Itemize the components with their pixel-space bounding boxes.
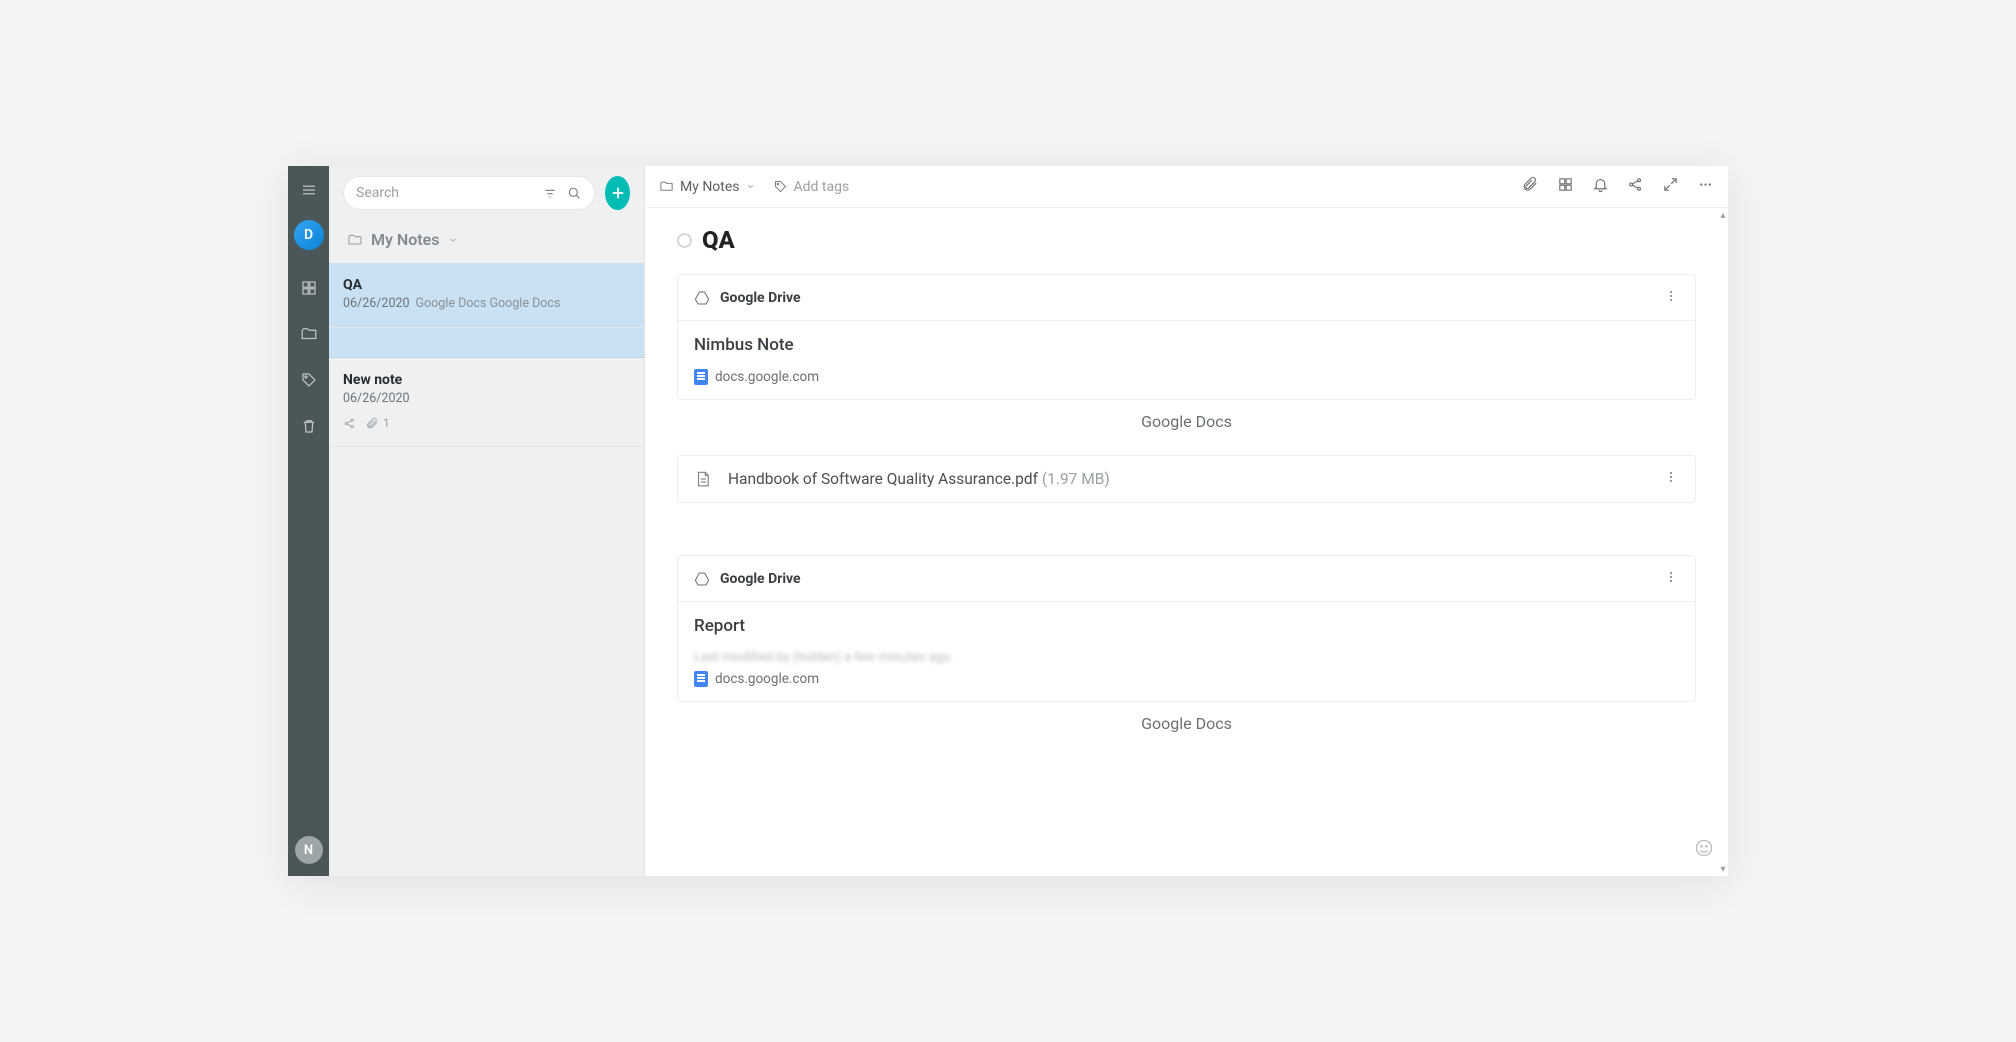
notes-sidebar: My Notes QA 06/26/2020 Google Docs Googl… xyxy=(329,166,645,876)
note-date: 06/26/2020 xyxy=(343,391,410,406)
paperclip-icon xyxy=(366,417,379,430)
workspace-avatar[interactable]: D xyxy=(294,220,324,250)
note-title: New note xyxy=(343,372,630,388)
dashboard-button[interactable] xyxy=(293,272,325,304)
folder-label: My Notes xyxy=(371,230,440,249)
note-content[interactable]: QA Google Drive Nimbus Note docs.google.… xyxy=(645,208,1728,876)
note-list-item[interactable]: QA 06/26/2020 Google Docs Google Docs xyxy=(329,263,644,328)
app-window: D N xyxy=(288,166,1728,876)
embed-url: docs.google.com xyxy=(715,671,819,687)
embed-url: docs.google.com xyxy=(715,369,819,385)
plus-icon xyxy=(609,184,627,202)
embed-caption: Google Docs xyxy=(677,702,1696,757)
file-size: (1.97 MB) xyxy=(1042,470,1110,488)
embed-title: Nimbus Note xyxy=(694,335,1679,355)
folders-button[interactable] xyxy=(293,318,325,350)
note-snippet: Google Docs Google Docs xyxy=(416,296,561,311)
folder-selector[interactable]: My Notes xyxy=(329,220,644,263)
grid-icon xyxy=(300,279,318,297)
more-horizontal-icon xyxy=(1697,176,1714,193)
share-icon xyxy=(343,417,356,430)
folder-icon xyxy=(300,325,318,343)
breadcrumb-label: My Notes xyxy=(680,179,740,195)
note-list-item[interactable]: New note 06/26/2020 1 xyxy=(329,358,644,447)
embed-link[interactable]: docs.google.com xyxy=(694,369,1679,385)
google-docs-icon xyxy=(694,671,708,687)
file-name: Handbook of Software Quality Assurance.p… xyxy=(728,470,1110,488)
trash-button[interactable] xyxy=(293,410,325,442)
tag-icon xyxy=(300,371,318,389)
document-title[interactable]: QA xyxy=(702,226,735,254)
add-tags-button[interactable]: Add tags xyxy=(773,179,850,195)
expand-button[interactable] xyxy=(1662,176,1679,197)
hamburger-menu-button[interactable] xyxy=(293,174,325,206)
user-avatar[interactable]: N xyxy=(295,836,323,864)
search-input[interactable] xyxy=(356,185,534,201)
new-note-button[interactable] xyxy=(605,176,630,210)
tag-icon xyxy=(773,179,788,194)
reminder-button[interactable] xyxy=(1592,176,1609,197)
more-button[interactable] xyxy=(1697,176,1714,197)
embed-modified: Last modified by (hidden) a few minutes … xyxy=(694,650,1679,665)
filter-icon[interactable] xyxy=(542,185,558,201)
embed-source: Google Drive xyxy=(720,571,801,587)
left-rail: D N xyxy=(288,166,329,876)
grid-icon xyxy=(1557,176,1574,193)
file-attachment[interactable]: Handbook of Software Quality Assurance.p… xyxy=(677,455,1696,503)
folder-icon xyxy=(347,232,363,248)
attachment-count: 1 xyxy=(383,416,390,430)
google-docs-icon xyxy=(694,369,708,385)
embed-card: Google Drive Nimbus Note docs.google.com xyxy=(677,274,1696,400)
search-field[interactable] xyxy=(343,176,595,210)
main-panel: My Notes Add tags ▴ ▾ xyxy=(645,166,1728,876)
embed-card: Google Drive Report Last modified by (hi… xyxy=(677,555,1696,702)
embed-caption: Google Docs xyxy=(677,400,1696,455)
attach-button[interactable] xyxy=(1522,176,1539,197)
google-drive-icon xyxy=(694,290,710,306)
search-icon[interactable] xyxy=(566,185,582,201)
trash-icon xyxy=(300,417,318,435)
file-icon xyxy=(694,469,712,489)
more-vertical-icon xyxy=(1663,288,1679,304)
embed-source: Google Drive xyxy=(720,290,801,306)
selection-spacer xyxy=(329,328,644,358)
breadcrumb-folder[interactable]: My Notes xyxy=(659,179,755,195)
note-date: 06/26/2020 xyxy=(343,296,410,311)
tags-button[interactable] xyxy=(293,364,325,396)
bell-icon xyxy=(1592,176,1609,193)
note-topbar: My Notes Add tags xyxy=(645,166,1728,208)
google-drive-icon xyxy=(694,571,710,587)
card-menu-button[interactable] xyxy=(1663,288,1679,308)
more-vertical-icon xyxy=(1663,469,1679,485)
card-menu-button[interactable] xyxy=(1663,569,1679,589)
folder-icon xyxy=(659,179,674,194)
share-button[interactable] xyxy=(1627,176,1644,197)
embed-title: Report xyxy=(694,616,1679,636)
share-icon xyxy=(1627,176,1644,193)
todo-checkbox[interactable] xyxy=(677,233,692,248)
chevron-down-icon xyxy=(746,182,755,191)
chevron-down-icon xyxy=(448,235,458,245)
more-vertical-icon xyxy=(1663,569,1679,585)
note-title: QA xyxy=(343,277,630,293)
file-menu-button[interactable] xyxy=(1663,469,1679,489)
paperclip-icon xyxy=(1522,176,1539,193)
emoji-picker-button[interactable] xyxy=(1694,838,1714,862)
embed-link[interactable]: docs.google.com xyxy=(694,671,1679,687)
add-tags-label: Add tags xyxy=(794,179,850,195)
hamburger-icon xyxy=(300,181,318,199)
smiley-icon xyxy=(1694,838,1714,858)
blocks-button[interactable] xyxy=(1557,176,1574,197)
expand-icon xyxy=(1662,176,1679,193)
